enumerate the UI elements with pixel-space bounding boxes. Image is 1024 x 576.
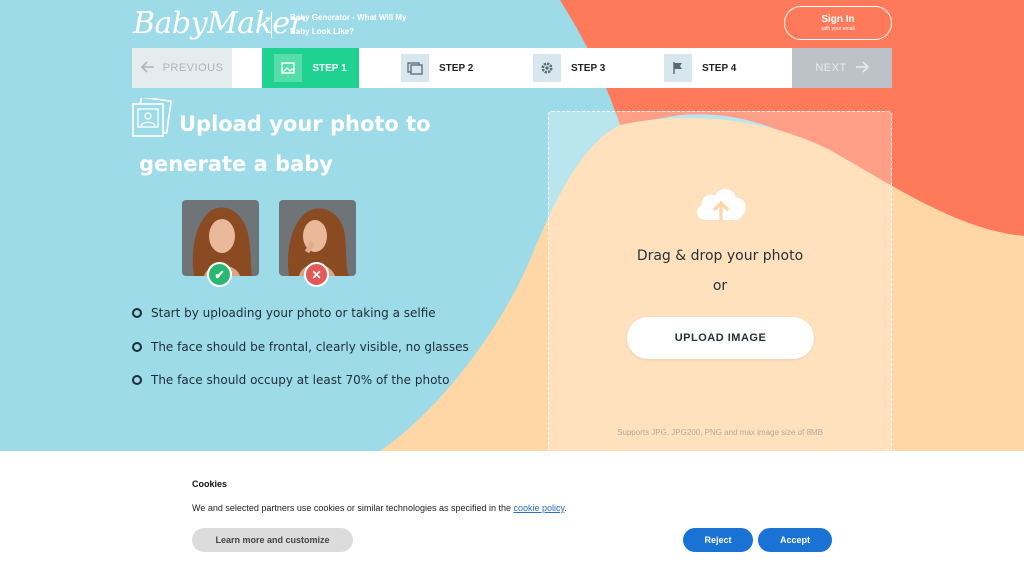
arrow-left-icon — [140, 60, 155, 76]
tab-step-1[interactable]: STEP 1 — [262, 48, 359, 88]
upload-dropzone[interactable]: Drag & drop your photo or UPLOAD IMAGE S… — [548, 111, 892, 461]
logo-divider — [271, 12, 272, 38]
or-text: or — [712, 278, 728, 294]
close-icon: ✕ — [304, 262, 329, 287]
next-button[interactable]: NEXT — [792, 48, 892, 88]
upload-rules-list: Start by uploading your photo or taking … — [132, 302, 469, 403]
step-4-label: STEP 4 — [702, 62, 737, 74]
sign-in-button[interactable]: Sign In with your email — [784, 6, 892, 40]
tab-step-2[interactable]: STEP 2 — [401, 48, 511, 88]
reject-button[interactable]: Reject — [683, 528, 753, 552]
previous-button[interactable]: PREVIOUS — [132, 48, 232, 88]
image-icon — [274, 54, 303, 82]
list-item: The face should be frontal, clearly visi… — [132, 336, 469, 370]
cookie-message-text: We and selected partners use cookies or … — [192, 503, 514, 513]
cloud-upload-icon — [697, 188, 746, 220]
gear-icon — [533, 54, 561, 82]
steps-bar: PREVIOUS STEP 1 STEP 2 STEP 3 STEP 4 NEX… — [132, 48, 892, 88]
list-item: Start by uploading your photo or taking … — [132, 302, 469, 336]
cookie-policy-link[interactable]: cookie policy — [514, 503, 565, 513]
arrow-right-icon — [855, 60, 869, 76]
tab-step-4[interactable]: STEP 4 — [664, 48, 774, 88]
page-title-line-2: generate a baby — [139, 152, 333, 176]
tab-step-3[interactable]: STEP 3 — [533, 48, 643, 88]
cookie-message: We and selected partners use cookies or … — [192, 503, 567, 513]
previous-label: PREVIOUS — [162, 62, 224, 74]
page-title-line-1: Upload your photo to — [179, 112, 431, 136]
learn-more-button[interactable]: Learn more and customize — [192, 528, 353, 552]
accept-button[interactable]: Accept — [758, 528, 832, 552]
flag-icon — [664, 54, 692, 82]
list-item: The face should occupy at least 70% of t… — [132, 369, 469, 403]
cookie-banner: Cookies We and selected partners use coo… — [0, 451, 1024, 576]
sign-in-sublabel: with your email — [821, 26, 855, 32]
cookie-message-end: . — [564, 503, 567, 513]
page-title: Upload your photo to generate a baby — [139, 104, 459, 184]
check-icon: ✔ — [207, 262, 232, 287]
sign-in-label: Sign In — [821, 14, 855, 25]
step-2-label: STEP 2 — [439, 62, 474, 74]
next-label: NEXT — [815, 62, 847, 74]
cookie-title: Cookies — [192, 479, 228, 489]
upload-image-button[interactable]: UPLOAD IMAGE — [627, 317, 814, 359]
supported-formats-text: Supports JPG, JPG200, PNG and max image … — [617, 428, 823, 437]
step-3-label: STEP 3 — [571, 62, 606, 74]
logo[interactable]: BabyMaker — [133, 6, 304, 41]
site-tagline: Baby Generator - What Will My Baby Look … — [290, 13, 407, 36]
drag-drop-text: Drag & drop your photo — [636, 248, 804, 264]
images-icon — [401, 54, 429, 82]
step-1-label: STEP 1 — [312, 62, 347, 74]
